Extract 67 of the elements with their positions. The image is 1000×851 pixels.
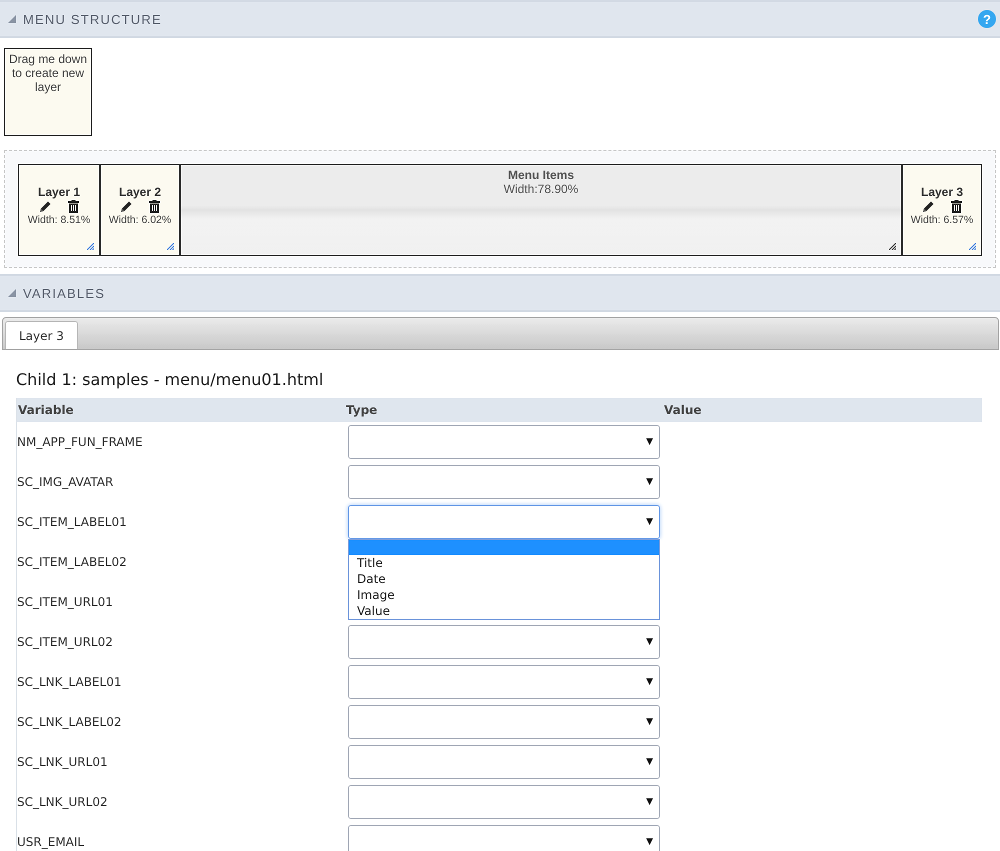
layer-width: Width: 6.02% — [108, 214, 172, 226]
type-select[interactable]: ▼ — [348, 505, 660, 539]
layer-block[interactable]: Layer 3 Width: 6.57% — [901, 165, 981, 255]
caret-icon: ▼ — [646, 477, 653, 487]
menu-items-width: Width:78.90% — [504, 182, 578, 196]
variable-name: NM_APP_FUN_FRAME — [17, 435, 144, 449]
menu-items-title: Menu Items — [508, 168, 574, 182]
layer-name: Layer 3 — [920, 185, 964, 199]
caret-icon: ▼ — [646, 677, 653, 687]
variable-name: SC_LNK_LABEL02 — [17, 715, 122, 729]
type-select[interactable]: ▼ — [348, 425, 660, 459]
variable-name: USR_EMAIL — [17, 835, 86, 849]
column-header: Variable — [17, 403, 75, 417]
dropdown-option[interactable]: Title — [349, 555, 659, 571]
resize-grip-icon[interactable] — [87, 243, 94, 250]
caret-icon: ▼ — [646, 757, 653, 767]
resize-grip-icon[interactable] — [167, 243, 174, 250]
resize-grip-icon[interactable] — [969, 243, 976, 250]
tab[interactable]: Layer 3 — [5, 321, 78, 349]
page-heading: Child 1: samples - menu/menu01.html — [16, 370, 324, 389]
type-select[interactable]: ▼ — [348, 665, 660, 699]
drag-box[interactable]: Drag me down to create new layer — [4, 48, 92, 136]
menu-items-block[interactable]: Menu Items Width:78.90% — [179, 165, 901, 255]
type-select[interactable]: ▼ — [348, 465, 660, 499]
layer-name: Layer 1 — [38, 185, 80, 199]
variable-name: SC_LNK_LABEL01 — [17, 675, 122, 689]
column-header: Value — [663, 403, 703, 417]
caret-icon: ▼ — [646, 517, 653, 527]
type-select[interactable]: ▼ — [348, 705, 660, 739]
type-select[interactable]: ▼ — [348, 825, 660, 851]
variable-name: SC_LNK_URL01 — [17, 755, 109, 769]
section-title: MENU STRUCTURE — [23, 12, 162, 26]
section-header[interactable]: MENU STRUCTURE ? — [0, 0, 1000, 38]
layer-block[interactable]: Layer 2 Width: 6.02% — [99, 165, 179, 255]
type-select[interactable]: ▼ — [348, 625, 660, 659]
collapse-icon — [8, 289, 16, 297]
dropdown-option[interactable]: Date — [349, 571, 659, 587]
caret-icon: ▼ — [646, 437, 653, 447]
pencil-icon[interactable] — [922, 200, 935, 213]
type-select[interactable]: ▼ — [348, 785, 660, 819]
column-header: Type — [345, 403, 378, 417]
layer-name: Layer 2 — [118, 185, 162, 199]
collapse-icon — [8, 15, 16, 23]
variable-name: SC_ITEM_LABEL01 — [17, 515, 128, 529]
resize-grip-icon[interactable] — [889, 243, 896, 250]
caret-icon: ▼ — [646, 717, 653, 727]
dropdown-option[interactable]: Image — [349, 587, 659, 603]
trash-icon[interactable] — [68, 200, 79, 213]
trash-icon[interactable] — [149, 200, 160, 213]
layer-block[interactable]: Layer 1 Width: 8.51% — [19, 165, 99, 255]
caret-icon: ▼ — [646, 837, 653, 847]
variable-name: SC_ITEM_URL02 — [17, 635, 114, 649]
section-header[interactable]: VARIABLES — [0, 274, 1000, 312]
pencil-icon[interactable] — [39, 200, 52, 213]
layer-width: Width: 8.51% — [28, 214, 90, 226]
section-title: VARIABLES — [23, 286, 106, 300]
dropdown-option[interactable]: Value — [349, 603, 659, 619]
pencil-icon[interactable] — [120, 200, 133, 213]
variable-name: SC_ITEM_URL01 — [17, 595, 114, 609]
variable-name: SC_LNK_URL02 — [17, 795, 109, 809]
variable-name: SC_IMG_AVATAR — [17, 475, 114, 489]
caret-icon: ▼ — [646, 637, 653, 647]
trash-icon[interactable] — [951, 200, 962, 213]
type-select[interactable]: ▼ — [348, 745, 660, 779]
layer-width: Width: 6.57% — [910, 214, 974, 226]
variable-name: SC_ITEM_LABEL02 — [17, 555, 128, 569]
caret-icon: ▼ — [646, 797, 653, 807]
